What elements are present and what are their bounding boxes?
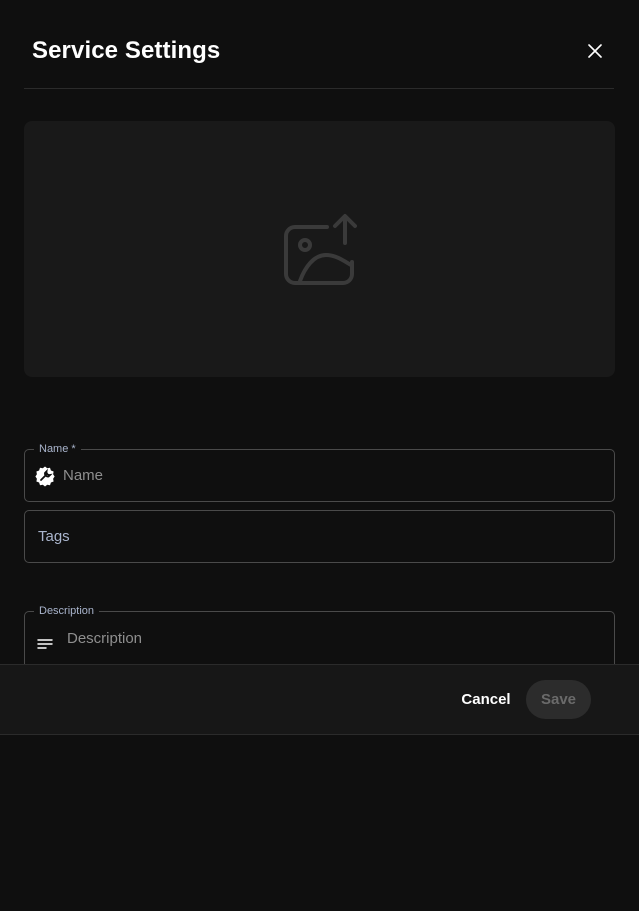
dialog-header: Service Settings (24, 0, 614, 89)
name-field[interactable]: Name * Name (24, 442, 615, 502)
tags-input[interactable]: Tags (38, 528, 70, 545)
close-button[interactable] (584, 40, 606, 62)
description-input[interactable]: Description (67, 630, 142, 647)
dialog-footer: Cancel Save (0, 664, 639, 735)
close-icon (588, 44, 602, 58)
service-icon (34, 465, 56, 487)
image-upload-area[interactable] (24, 121, 615, 377)
save-button[interactable]: Save (526, 680, 591, 719)
dialog-title: Service Settings (32, 37, 221, 64)
service-settings-dialog: Service Settings Name * Name Tags Descri… (0, 0, 639, 735)
text-lines-icon (37, 637, 53, 651)
tags-field[interactable]: Tags (24, 510, 615, 563)
name-input[interactable]: Name (63, 467, 103, 484)
description-field-label: Description (34, 604, 100, 618)
name-field-label: Name * (34, 442, 81, 456)
cancel-button[interactable]: Cancel (455, 683, 517, 715)
description-field[interactable]: Description Description (24, 604, 615, 672)
image-upload-icon (283, 214, 357, 285)
